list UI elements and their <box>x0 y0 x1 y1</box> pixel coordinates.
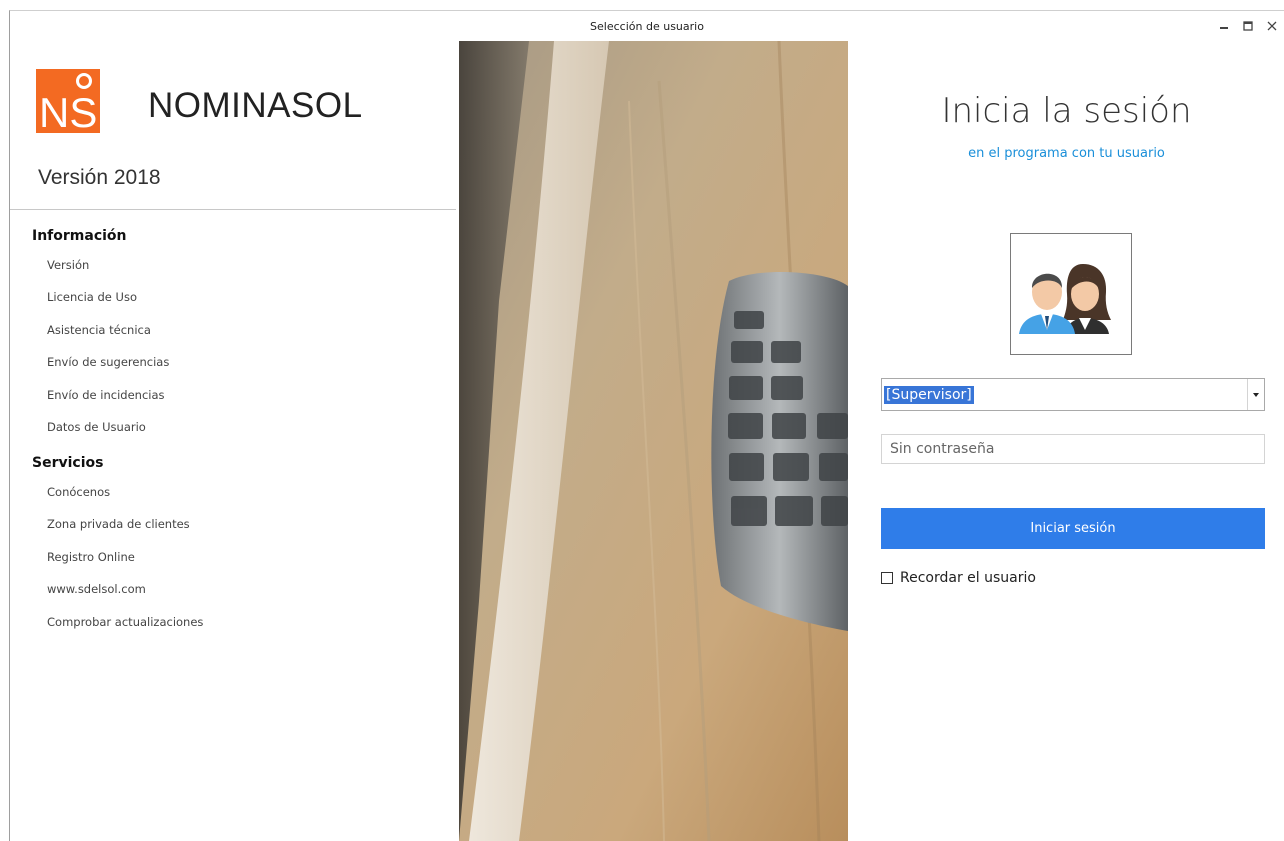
maximize-icon <box>1243 21 1253 31</box>
caret-down-icon <box>1253 392 1259 397</box>
title-bar: Selección de usuario <box>10 11 1284 41</box>
login-panel: Inicia la sesión en el programa con tu u… <box>848 41 1284 841</box>
login-button[interactable]: Iniciar sesión <box>881 508 1265 549</box>
version-label: Versión 2018 <box>38 166 161 189</box>
sidebar-item-about[interactable]: Conócenos <box>47 484 203 516</box>
sidebar-divider <box>10 209 456 210</box>
services-section-title: Servicios <box>32 455 104 471</box>
sidebar-item-client-zone[interactable]: Zona privada de clientes <box>47 516 203 548</box>
nominasol-logo: NS <box>36 69 100 133</box>
users-icon <box>1019 264 1111 334</box>
brand-name: NOMINASOL <box>148 86 363 125</box>
remember-user-label: Recordar el usuario <box>900 570 1036 586</box>
maximize-button[interactable] <box>1236 15 1260 37</box>
info-sidebar: NS NOMINASOL Versión 2018 Información Ve… <box>10 41 458 841</box>
svg-text:NS: NS <box>39 89 97 133</box>
sidebar-item-check-updates[interactable]: Comprobar actualizaciones <box>47 614 203 646</box>
keyboard-photo <box>459 41 848 841</box>
sidebar-item-incidents[interactable]: Envío de incidencias <box>47 387 169 419</box>
sidebar-item-version[interactable]: Versión <box>47 257 169 289</box>
sidebar-item-suggestions[interactable]: Envío de sugerencias <box>47 354 169 386</box>
login-window: Selección de usuario NS NOMINASOL Versió… <box>9 10 1284 841</box>
info-section-title: Información <box>32 228 127 244</box>
window-controls <box>1212 15 1284 37</box>
selected-user: [Supervisor] <box>884 385 974 404</box>
close-icon <box>1267 21 1277 31</box>
users-avatar <box>1010 233 1132 355</box>
checkbox-icon[interactable] <box>881 572 893 584</box>
minimize-icon <box>1220 27 1228 29</box>
services-menu: Conócenos Zona privada de clientes Regis… <box>47 484 203 646</box>
minimize-button[interactable] <box>1212 15 1236 37</box>
sidebar-item-online-registration[interactable]: Registro Online <box>47 549 203 581</box>
user-dropdown[interactable]: [Supervisor] <box>881 378 1265 411</box>
sidebar-item-user-data[interactable]: Datos de Usuario <box>47 419 169 451</box>
remember-user-checkbox[interactable]: Recordar el usuario <box>881 570 1036 586</box>
sidebar-item-license[interactable]: Licencia de Uso <box>47 289 169 321</box>
sidebar-item-support[interactable]: Asistencia técnica <box>47 322 169 354</box>
login-subtitle: en el programa con tu usuario <box>968 146 1165 161</box>
window-title: Selección de usuario <box>590 20 704 33</box>
sidebar-item-website[interactable]: www.sdelsol.com <box>47 581 203 613</box>
login-title: Inicia la sesión <box>941 91 1192 131</box>
password-field[interactable] <box>881 434 1265 464</box>
info-menu: Versión Licencia de Uso Asistencia técni… <box>47 257 169 451</box>
dropdown-arrow[interactable] <box>1247 379 1264 410</box>
close-button[interactable] <box>1260 15 1284 37</box>
